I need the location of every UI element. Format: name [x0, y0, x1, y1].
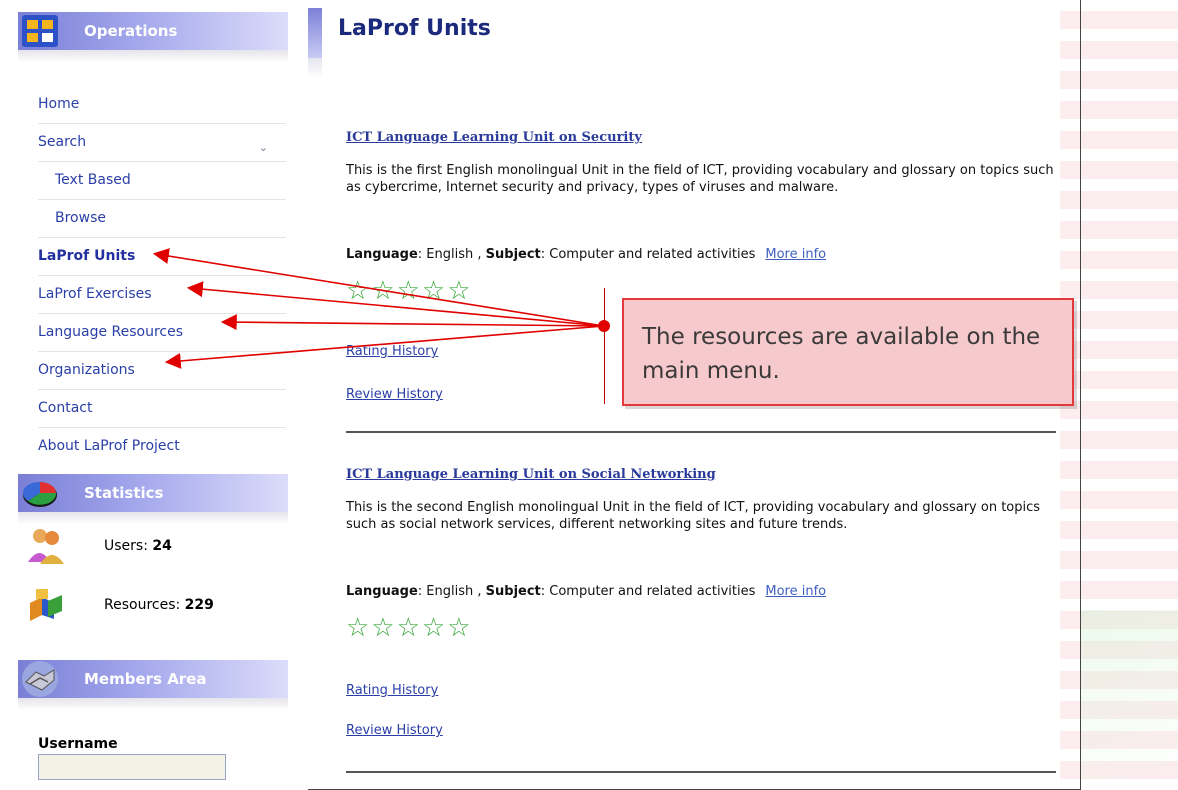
- users-value: 24: [152, 538, 172, 554]
- subject-label: Subject: [485, 584, 541, 599]
- page-title: LaProf Units: [338, 16, 491, 41]
- rating-history-link[interactable]: Rating History: [346, 344, 438, 359]
- menu-item-search[interactable]: Search ⌄: [38, 124, 286, 162]
- menu-item-label: Text Based: [55, 172, 131, 188]
- menu-item-label: Search: [38, 134, 87, 150]
- star-rating[interactable]: ☆☆☆☆☆: [346, 613, 473, 643]
- users-icon: [28, 529, 64, 564]
- main-menu: Home Search ⌄ Text Based Browse LaProf Un…: [38, 86, 286, 465]
- pie-chart-icon: [22, 481, 57, 507]
- menu-item-browse[interactable]: Browse: [38, 200, 286, 238]
- language-label: Language: [346, 584, 418, 599]
- statistics-header: Statistics: [18, 474, 288, 512]
- unit-description: This is the first English monolingual Un…: [346, 163, 1054, 195]
- statistics-header-shadow: [18, 512, 288, 524]
- background-decoration-green: [1080, 610, 1178, 779]
- menu-item-label: Contact: [38, 400, 93, 416]
- members-title: Members Area: [84, 670, 207, 688]
- subject-label: Subject: [485, 247, 541, 262]
- menu-item-laprof-exercises[interactable]: LaProf Exercises: [38, 276, 286, 314]
- menu-item-label: Home: [38, 96, 80, 112]
- callout-pointer-line: [604, 288, 605, 404]
- annotation-callout: The resources are available on the main …: [622, 298, 1074, 406]
- menu-item-label: Language Resources: [38, 324, 184, 340]
- statistics-title: Statistics: [84, 484, 164, 502]
- grid-icon: [22, 15, 58, 47]
- resources-label: Resources:: [104, 597, 181, 613]
- chevron-down-icon[interactable]: ⌄: [259, 130, 268, 166]
- more-info-link[interactable]: More info: [765, 584, 826, 599]
- title-accent-bar: [308, 8, 322, 58]
- more-info-link[interactable]: More info: [765, 247, 826, 262]
- resources-stat-text: Resources: 229: [104, 597, 214, 613]
- unit-card: ICT Language Learning Unit on Social Net…: [346, 467, 1062, 757]
- review-history-link[interactable]: Review History: [346, 723, 443, 738]
- unit-meta: Language: English , Subject: Computer an…: [346, 584, 826, 599]
- language-value: : English ,: [417, 584, 486, 599]
- title-accent-fade: [308, 58, 322, 78]
- operations-header-shadow: [18, 50, 288, 62]
- unit-title-link[interactable]: ICT Language Learning Unit on Social Net…: [346, 467, 716, 482]
- menu-item-language-resources[interactable]: Language Resources: [38, 314, 286, 352]
- unit-divider: [346, 431, 1056, 433]
- menu-item-label: Organizations: [38, 362, 135, 378]
- menu-item-organizations[interactable]: Organizations: [38, 352, 286, 390]
- menu-item-label: LaProf Exercises: [38, 286, 152, 302]
- operations-title: Operations: [84, 22, 178, 40]
- unit-description: This is the second English monolingual U…: [346, 500, 1041, 532]
- operations-header: Operations: [18, 12, 288, 50]
- rating-history-link[interactable]: Rating History: [346, 683, 438, 698]
- menu-item-home[interactable]: Home: [38, 86, 286, 124]
- subject-value: : Computer and related activities: [540, 584, 756, 599]
- callout-text: The resources are available on the main …: [642, 324, 1041, 384]
- menu-item-label: Browse: [55, 210, 106, 226]
- subject-value: : Computer and related activities: [540, 247, 756, 262]
- review-history-link[interactable]: Review History: [346, 387, 443, 402]
- handshake-icon: [22, 661, 58, 697]
- users-stat: Users: 24: [20, 526, 280, 572]
- sidebar: Operations Home Search ⌄ Text Based Brows…: [0, 0, 300, 780]
- language-label: Language: [346, 247, 418, 262]
- cubes-icon: [30, 589, 62, 621]
- unit-meta: Language: English , Subject: Computer an…: [346, 247, 826, 262]
- menu-item-text-based[interactable]: Text Based: [38, 162, 286, 200]
- menu-item-laprof-units[interactable]: LaProf Units: [38, 238, 286, 276]
- unit-divider: [346, 771, 1056, 773]
- username-label: Username: [38, 736, 118, 752]
- users-stat-text: Users: 24: [104, 538, 172, 554]
- menu-item-label: LaProf Units: [38, 248, 136, 264]
- unit-title-link[interactable]: ICT Language Learning Unit on Security: [346, 130, 642, 145]
- menu-item-about[interactable]: About LaProf Project: [38, 428, 286, 465]
- star-rating[interactable]: ☆☆☆☆☆: [346, 276, 473, 306]
- menu-item-label: About LaProf Project: [38, 438, 180, 454]
- resources-stat: Resources: 229: [20, 585, 280, 631]
- menu-item-contact[interactable]: Contact: [38, 390, 286, 428]
- language-value: : English ,: [417, 247, 486, 262]
- resources-value: 229: [184, 597, 214, 613]
- username-input[interactable]: [38, 754, 226, 780]
- users-label: Users:: [104, 538, 148, 554]
- members-header-shadow: [18, 698, 288, 710]
